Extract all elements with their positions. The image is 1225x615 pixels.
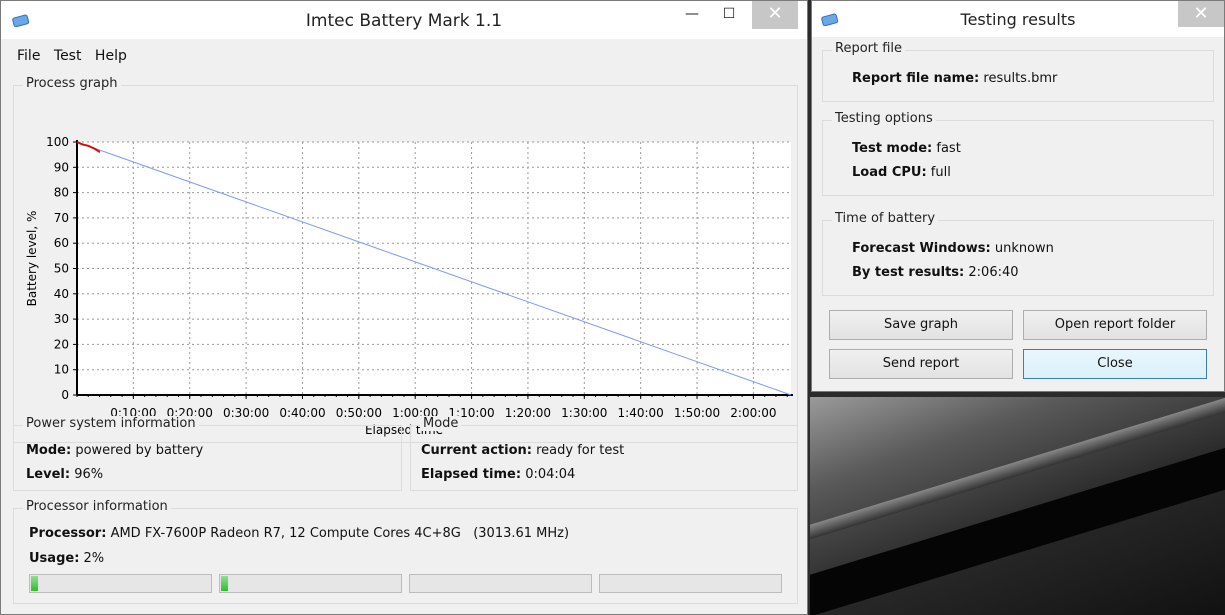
x-tick-label: 0:40:00 xyxy=(279,406,325,420)
processor-value: AMD FX-7600P Radeon R7, 12 Compute Cores… xyxy=(110,526,570,541)
y-tick-label: 70 xyxy=(54,211,69,225)
report-name-row: Report file name: results.bmr xyxy=(852,71,1057,86)
y-axis-label: Battery level, % xyxy=(25,211,39,307)
menu-test[interactable]: Test xyxy=(54,48,82,64)
by-test-results-label: By test results: xyxy=(852,265,965,280)
power-level-label: Level: xyxy=(26,467,71,482)
y-tick-label: 30 xyxy=(54,312,69,326)
load-cpu-value: full xyxy=(930,165,951,180)
power-mode-label: Mode: xyxy=(26,443,72,458)
testing-options-group: Testing options Test mode: fast Load CPU… xyxy=(822,111,1214,196)
desktop-background xyxy=(810,397,1225,615)
open-report-folder-button[interactable]: Open report folder xyxy=(1023,310,1207,340)
power-level-row: Level: 96% xyxy=(26,467,103,482)
core-usage-bar xyxy=(29,574,212,593)
process-graph-group: Process graph 0 10 20 30 40 50 60 70 80 90 100 0:10… xyxy=(13,76,798,443)
report-file-group: Report file Report file name: results.bm… xyxy=(822,41,1214,102)
y-tick-label: 100 xyxy=(46,135,69,149)
load-cpu-row: Load CPU: full xyxy=(852,165,951,180)
usage-row: Usage: 2% xyxy=(29,551,104,566)
load-cpu-label: Load CPU: xyxy=(852,165,927,180)
title-bar[interactable]: Imtec Battery Mark 1.1 — ☐ ✕ xyxy=(1,1,807,39)
test-mode-value: fast xyxy=(936,141,961,156)
results-close-x-button[interactable]: ✕ xyxy=(1178,1,1224,27)
forecast-windows-row: Forecast Windows: unknown xyxy=(852,241,1054,256)
x-tick-label: 1:40:00 xyxy=(618,406,664,420)
elapsed-time-row: Elapsed time: 0:04:04 xyxy=(421,467,575,482)
current-action-row: Current action: ready for test xyxy=(421,443,624,458)
test-mode-label: Test mode: xyxy=(852,141,933,156)
power-system-label: Power system information xyxy=(23,416,199,431)
save-graph-button[interactable]: Save graph xyxy=(829,310,1013,340)
power-level-value: 96% xyxy=(74,467,104,482)
elapsed-time-value: 0:04:04 xyxy=(525,467,576,482)
current-action-label: Current action: xyxy=(421,443,532,458)
core-usage-fill xyxy=(221,576,229,591)
testing-options-label: Testing options xyxy=(832,111,936,126)
forecast-windows-label: Forecast Windows: xyxy=(852,241,991,256)
results-title-bar[interactable]: Testing results ✕ xyxy=(812,1,1224,37)
battery-mark-window: Imtec Battery Mark 1.1 — ☐ ✕ File Test H… xyxy=(0,0,808,615)
y-tick-label: 80 xyxy=(54,186,69,200)
processor-label: Processor: xyxy=(29,526,107,541)
x-tick-label: 1:30:00 xyxy=(561,406,607,420)
x-tick-label: 0:50:00 xyxy=(336,406,382,420)
power-system-group: Power system information Mode: powered b… xyxy=(13,416,402,491)
report-name-value: results.bmr xyxy=(983,71,1058,86)
x-tick-label: 0:30:00 xyxy=(223,406,269,420)
time-of-battery-label: Time of battery xyxy=(832,211,939,226)
close-button[interactable]: ✕ xyxy=(752,1,798,29)
send-report-button[interactable]: Send report xyxy=(829,349,1013,379)
usage-value: 2% xyxy=(83,551,105,566)
menu-bar: File Test Help xyxy=(17,48,136,64)
report-name-label: Report file name: xyxy=(852,71,980,86)
core-usage-bar xyxy=(409,574,592,593)
y-tick-label: 90 xyxy=(54,160,69,174)
processor-row: Processor: AMD FX-7600P Radeon R7, 12 Co… xyxy=(29,526,569,541)
mode-label: Mode xyxy=(420,416,462,431)
usage-label: Usage: xyxy=(29,551,80,566)
x-tick-label: 1:50:00 xyxy=(674,406,720,420)
report-file-label: Report file xyxy=(832,41,906,56)
y-tick-label: 60 xyxy=(54,236,69,250)
x-tick-label: 1:20:00 xyxy=(505,406,551,420)
by-test-results-value: 2:06:40 xyxy=(968,265,1019,280)
core-usage-bar xyxy=(599,574,782,593)
core-usage-fill xyxy=(31,576,39,591)
mode-group: Mode Current action: ready for test Elap… xyxy=(410,416,798,491)
results-client-area: Report file Report file name: results.bm… xyxy=(812,37,1224,391)
main-client-area: File Test Help Process graph 0 10 20 30 40 50… xyxy=(1,39,807,614)
current-action-value: ready for test xyxy=(536,443,625,458)
x-tick-label: 2:00:00 xyxy=(730,406,776,420)
test-mode-row: Test mode: fast xyxy=(852,141,961,156)
power-mode-row: Mode: powered by battery xyxy=(26,443,203,458)
minimize-button[interactable]: — xyxy=(671,1,713,29)
time-of-battery-group: Time of battery Forecast Windows: unknow… xyxy=(822,211,1214,296)
process-graph-chart: 01020304050607080901000:10:00 0:20:00 0:30… xyxy=(25,135,793,437)
elapsed-time-label: Elapsed time: xyxy=(421,467,522,482)
menu-help[interactable]: Help xyxy=(95,48,127,64)
processor-info-label: Processor information xyxy=(23,499,171,514)
y-tick-label: 10 xyxy=(54,363,69,377)
y-tick-label: 0 xyxy=(61,388,69,402)
close-dialog-button[interactable]: Close xyxy=(1023,349,1207,379)
by-test-results-row: By test results: 2:06:40 xyxy=(852,265,1019,280)
power-mode-value: powered by battery xyxy=(75,443,204,458)
menu-file[interactable]: File xyxy=(17,48,40,64)
maximize-button[interactable]: ☐ xyxy=(708,1,750,29)
y-tick-label: 20 xyxy=(54,337,69,351)
forecast-windows-value: unknown xyxy=(994,241,1054,256)
core-usage-bar xyxy=(219,574,402,593)
testing-results-window: Testing results ✕ Report file Report fil… xyxy=(811,0,1225,392)
results-window-title: Testing results xyxy=(960,10,1076,29)
y-tick-label: 40 xyxy=(54,287,69,301)
y-tick-label: 50 xyxy=(54,262,69,276)
